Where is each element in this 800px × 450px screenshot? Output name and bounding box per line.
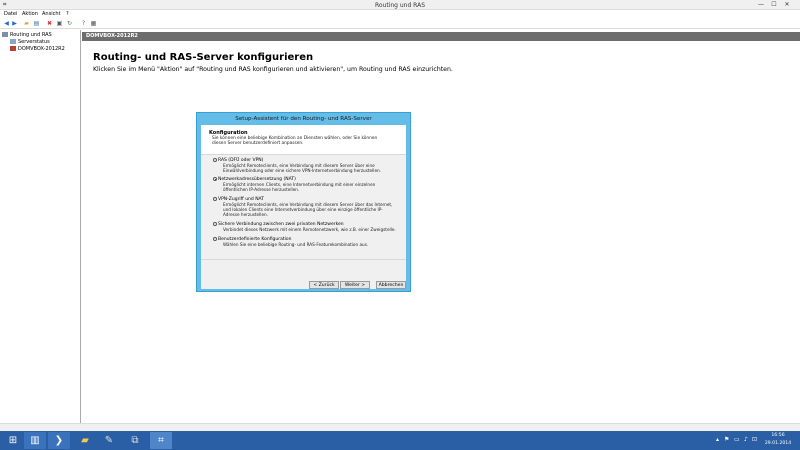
status-bar bbox=[0, 423, 800, 431]
network-tray-icon[interactable]: ⊡ bbox=[752, 436, 757, 443]
start-icon[interactable]: ⊞ bbox=[2, 432, 24, 449]
page-title: Routing- und RAS-Server konfigurieren bbox=[93, 52, 314, 63]
wizard-body: Konfiguration Sie können eine beliebige … bbox=[201, 125, 406, 289]
forward-icon[interactable]: ▶ bbox=[11, 20, 18, 27]
show-hidden-icons-icon[interactable]: ▴ bbox=[716, 436, 719, 443]
menu-datei[interactable]: Datei bbox=[4, 11, 17, 17]
taskbar: ⊞ ▥ ❯ ▰ ✎ ⧉ ⌗ ▴ ⚑ ▭ ♪ ⊡ 16:56 29.01.2014 bbox=[0, 431, 800, 450]
option-custom-description: Wählen Sie eine beliebige Routing- und R… bbox=[223, 242, 369, 247]
radio-ras[interactable] bbox=[213, 158, 217, 162]
close-button[interactable]: ✕ bbox=[781, 0, 793, 9]
radio-secure-connection[interactable] bbox=[213, 222, 217, 226]
tree-item-domvbox[interactable]: DOMVBOX-2012R2 bbox=[10, 46, 65, 52]
cancel-button[interactable]: Abbrechen bbox=[376, 281, 406, 289]
network-icon[interactable]: ⧉ bbox=[124, 432, 146, 449]
menu-aktion[interactable]: Aktion bbox=[22, 11, 38, 17]
title-bar: ⌗ Routing und RAS — ☐ ✕ bbox=[0, 0, 800, 10]
show-hide-tree-icon[interactable]: ▤ bbox=[33, 20, 40, 27]
help-icon[interactable]: ? bbox=[80, 20, 87, 27]
routing-icon[interactable]: ⌗ bbox=[150, 432, 172, 449]
volume-icon[interactable]: ♪ bbox=[744, 436, 748, 443]
back-icon[interactable]: ◀ bbox=[3, 20, 10, 27]
minimize-button[interactable]: — bbox=[755, 0, 767, 9]
refresh-icon[interactable]: ↻ bbox=[66, 20, 73, 27]
monitor-icon[interactable]: ▭ bbox=[734, 436, 740, 443]
setup-wizard-dialog: Setup-Assistent für den Routing- und RAS… bbox=[196, 112, 411, 292]
clock[interactable]: 16:56 29.01.2014 bbox=[760, 432, 796, 448]
server-status-icon bbox=[10, 39, 16, 44]
tools-icon[interactable]: ✎ bbox=[98, 432, 120, 449]
wizard-subheading: Sie können eine beliebige Kombination an… bbox=[212, 136, 378, 146]
wizard-title: Setup-Assistent für den Routing- und RAS… bbox=[235, 116, 372, 122]
flag-icon[interactable]: ⚑ bbox=[724, 436, 729, 443]
folder-up-icon[interactable]: ▰ bbox=[23, 20, 30, 27]
window-title: Routing und RAS bbox=[374, 2, 426, 9]
tree-item-routing-und-ras[interactable]: Routing und RAS bbox=[2, 32, 52, 38]
properties-icon[interactable]: ▣ bbox=[56, 20, 63, 27]
option-nat-description: Ermöglicht internen Clients, eine Intern… bbox=[223, 182, 376, 192]
radio-custom[interactable] bbox=[213, 237, 217, 241]
server-header: DOMVBOX-2012R2 bbox=[82, 32, 800, 41]
next-button[interactable]: Weiter > bbox=[340, 281, 370, 289]
wizard-options: RAS (DFÜ oder VPN) Ermöglicht Remoteclie… bbox=[201, 155, 406, 259]
server-icon bbox=[10, 46, 16, 51]
radio-vpn-nat[interactable] bbox=[213, 197, 217, 201]
option-ras-description: Ermöglicht Remoteclients, eine Verbindun… bbox=[223, 163, 382, 173]
toolbar: ◀ ▶ ▰ ▤ ✖ ▣ ↻ ? ▦ bbox=[0, 18, 800, 29]
option-secure-connection-description: Verbindet dieses Netzwerk mit einem Remo… bbox=[223, 227, 396, 232]
view-icon[interactable]: ▦ bbox=[90, 20, 97, 27]
explorer-icon[interactable]: ▰ bbox=[74, 432, 96, 449]
menu-help[interactable]: ? bbox=[66, 11, 69, 17]
server-manager-icon[interactable]: ▥ bbox=[24, 432, 46, 449]
powershell-icon[interactable]: ❯ bbox=[48, 432, 70, 449]
tree-item-serverstatus[interactable]: Serverstatus bbox=[10, 39, 50, 45]
back-button[interactable]: < Zurück bbox=[309, 281, 339, 289]
option-vpn-nat-description: Ermöglicht Remoteclients, eine Verbindun… bbox=[223, 202, 393, 217]
navigation-tree: Routing und RAS Serverstatus DOMVBOX-201… bbox=[0, 30, 81, 423]
radio-nat[interactable] bbox=[213, 177, 217, 181]
wizard-header: Konfiguration Sie können eine beliebige … bbox=[201, 125, 406, 155]
menu-bar: Datei Aktion Ansicht ? bbox=[0, 10, 800, 18]
maximize-button[interactable]: ☐ bbox=[768, 0, 780, 9]
routing-icon bbox=[2, 32, 8, 37]
page-description: Klicken Sie im Menü "Aktion" auf "Routin… bbox=[93, 66, 453, 73]
delete-icon[interactable]: ✖ bbox=[46, 20, 53, 27]
main-panel: DOMVBOX-2012R2 Routing- und RAS-Server k… bbox=[82, 30, 800, 423]
menu-ansicht[interactable]: Ansicht bbox=[42, 11, 60, 17]
